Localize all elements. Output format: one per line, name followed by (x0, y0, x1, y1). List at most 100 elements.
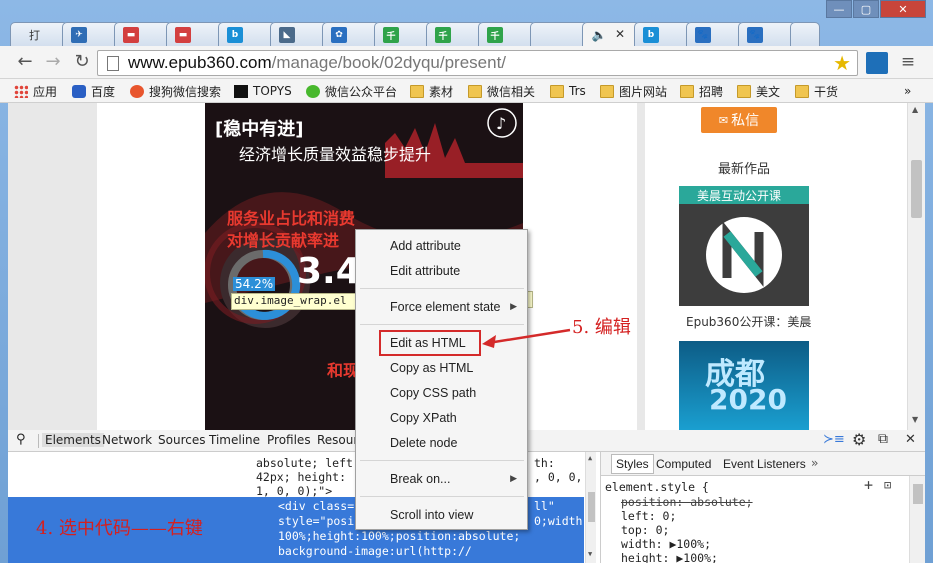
back-arrow-icon[interactable]: ← (14, 52, 36, 74)
work-thumbnail[interactable]: 美晨互动公开课 (679, 186, 809, 306)
minimize-button[interactable]: — (826, 0, 852, 18)
tab-title: 打 (29, 29, 40, 42)
bookmark-item[interactable]: TOPYS (234, 82, 292, 100)
browser-tab[interactable]: ✿ (322, 22, 380, 46)
private-message-button[interactable]: ✉ 私信 (701, 107, 777, 133)
browser-tab[interactable]: 打 (10, 22, 68, 46)
tab-profiles[interactable]: Profiles (267, 433, 311, 447)
bookmark-folder[interactable]: 素材 (410, 82, 453, 100)
baidu-icon (72, 84, 86, 98)
code-line-selected: 100%;height:100%;position:absolute; (278, 529, 521, 543)
bookmark-folder[interactable]: 微信相关 (468, 82, 535, 100)
bookmark-folder[interactable]: 招聘 (680, 82, 723, 100)
extension-icon[interactable] (866, 52, 888, 74)
bookmark-item[interactable]: 百度 (72, 82, 115, 100)
bookmarks-overflow-icon[interactable]: » (904, 82, 911, 100)
browser-tab[interactable] (530, 22, 588, 46)
bookmark-folder[interactable]: Trs (550, 82, 586, 100)
bookmark-item[interactable]: 微信公众平台 (306, 82, 397, 100)
bookmark-label: 百度 (91, 84, 116, 99)
maximize-button[interactable]: ▢ (853, 0, 879, 18)
scroll-up-arrow[interactable]: ▲ (588, 454, 592, 462)
browser-tab[interactable]: ◣ (270, 22, 328, 46)
code-line-selected: style="posi (278, 514, 355, 528)
menu-item-scroll-into-view[interactable]: Scroll into view (390, 508, 473, 522)
style-prop[interactable]: width: ▶100%; (621, 537, 711, 551)
poster-headline-2: 对增长贡献率进 (227, 231, 340, 250)
style-prop[interactable]: height: ▶100%; (621, 551, 718, 563)
settings-gear-icon[interactable]: ⚙ (852, 430, 866, 449)
browser-tab[interactable]: ✈ (62, 22, 120, 46)
style-selector: element.style { (605, 480, 709, 494)
browser-tab[interactable]: ▬ (166, 22, 224, 46)
menu-icon[interactable]: ≡ (897, 52, 919, 74)
tab-close-icon[interactable]: ✕ (615, 27, 625, 41)
tab-computed[interactable]: Computed (656, 457, 711, 471)
menu-item-copy-xpath[interactable]: Copy XPath (390, 411, 457, 425)
close-window-button[interactable]: ✕ (880, 0, 926, 18)
bookmark-label: 招聘 (699, 84, 724, 99)
scroll-down-arrow[interactable]: ▼ (912, 415, 918, 424)
tab-styles[interactable]: Styles (611, 454, 654, 474)
scrollbar-thumb[interactable] (588, 492, 595, 522)
work-thumbnail[interactable]: 成都 2020 (679, 341, 809, 430)
toggle-state-icon[interactable]: ⊡ (884, 478, 891, 492)
tab-timeline[interactable]: Timeline (209, 433, 260, 447)
menu-item-edit-attribute[interactable]: Edit attribute (390, 264, 460, 278)
dock-icon[interactable]: ⧉ (878, 431, 888, 447)
style-prop[interactable]: top: 0; (621, 523, 669, 537)
bookmark-folder[interactable]: 美文 (737, 82, 780, 100)
browser-tab[interactable]: 🐾 (686, 22, 744, 46)
page-scrollbar[interactable]: ▲ ▼ (907, 103, 925, 430)
scrollbar-thumb[interactable] (913, 484, 923, 504)
browser-tab[interactable]: 千 (478, 22, 536, 46)
thumb2-year: 2020 (709, 383, 787, 416)
code-line-fragment: , 0, 0, (534, 470, 583, 484)
menu-item-break-on[interactable]: Break on... (390, 472, 450, 486)
code-scrollbar[interactable]: ▲ ▼ (585, 452, 596, 563)
menu-item-copy-as-html[interactable]: Copy as HTML (390, 361, 473, 375)
inspect-search-icon[interactable]: ⚲ (16, 432, 26, 447)
browser-tab[interactable]: 千 (426, 22, 484, 46)
new-tab-button[interactable] (790, 22, 820, 46)
tab-elements[interactable]: Elements (42, 433, 104, 447)
tab-network[interactable]: Network (102, 433, 152, 447)
work-caption[interactable]: Epub360公开课：美晨 (686, 313, 811, 330)
bookmark-star-icon[interactable]: ★ (833, 51, 851, 75)
bookmark-folder[interactable]: 图片网站 (600, 82, 667, 100)
scroll-down-arrow[interactable]: ▼ (588, 550, 592, 558)
browser-tab[interactable]: b (634, 22, 692, 46)
bookmark-item[interactable]: 应用 (14, 82, 57, 100)
tab-resources[interactable]: Resour (317, 433, 358, 447)
console-drawer-icon[interactable]: ≻≡ (823, 432, 845, 447)
reload-icon[interactable]: ↻ (71, 52, 93, 74)
devtools-close-icon[interactable]: ✕ (905, 432, 916, 447)
browser-tab[interactable]: 千 (374, 22, 432, 46)
scrollbar-thumb[interactable] (911, 160, 922, 218)
menu-item-force-element-state[interactable]: Force element state (390, 300, 500, 314)
menu-item-copy-css-path[interactable]: Copy CSS path (390, 386, 476, 400)
style-prop-struck[interactable]: position: absolute; (621, 495, 753, 509)
tab-sources[interactable]: Sources (158, 433, 205, 447)
folder-icon (795, 84, 809, 98)
browser-tab[interactable]: b (218, 22, 276, 46)
add-rule-icon[interactable]: + (864, 476, 873, 494)
menu-item-delete-node[interactable]: Delete node (390, 436, 457, 450)
scroll-up-arrow[interactable]: ▲ (912, 105, 918, 114)
browser-tab-active[interactable]: 🔈 ✕ (582, 22, 640, 47)
tab-event-listeners[interactable]: Event Listeners (723, 457, 806, 471)
code-line: 1, 0, 0);"> (256, 484, 333, 498)
menu-item-add-attribute[interactable]: Add attribute (390, 239, 461, 253)
bookmark-item[interactable]: 搜狗微信搜索 (130, 82, 221, 100)
bookmark-folder[interactable]: 干货 (795, 82, 838, 100)
styles-tabs-overflow[interactable]: » (811, 456, 818, 470)
style-prop[interactable]: left: 0; (621, 509, 676, 523)
wechat-icon (306, 84, 320, 98)
forward-arrow-icon[interactable]: → (42, 52, 64, 74)
bookmark-label: 图片网站 (619, 84, 668, 99)
styles-scrollbar[interactable] (909, 476, 925, 563)
code-line-fragment: th: (534, 456, 555, 470)
browser-tab[interactable]: 🐾 (738, 22, 796, 46)
address-bar[interactable]: www.epub360.com/manage/book/02dyqu/prese… (97, 50, 858, 76)
browser-tab[interactable]: ▬ (114, 22, 172, 46)
